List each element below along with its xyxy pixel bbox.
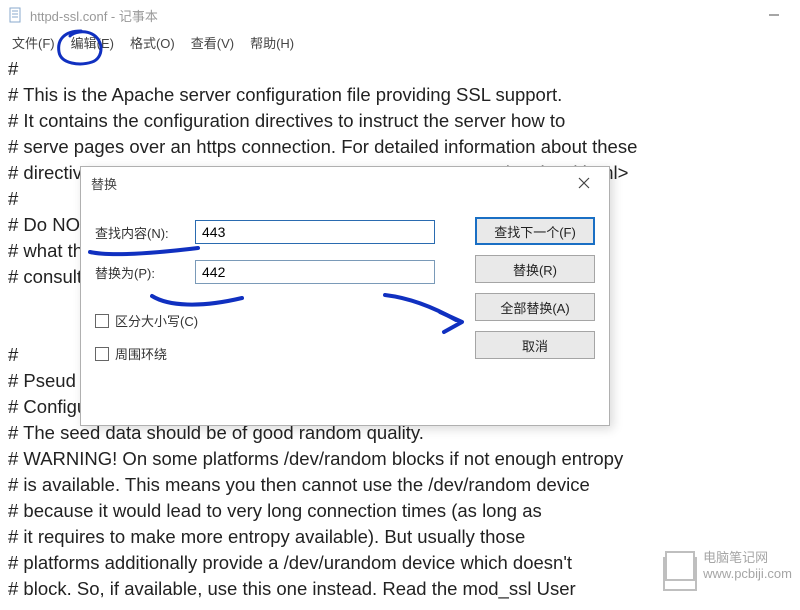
menu-bar: 文件(F) 编辑(E) 格式(O) 查看(V) 帮助(H) [0, 30, 800, 54]
replace-input[interactable] [195, 260, 435, 284]
text-line: # because it would lead to very long con… [8, 498, 792, 524]
checkbox-case-label: 区分大小写(C) [115, 311, 198, 330]
watermark-icon [665, 551, 695, 581]
replace-label: 替换为(P): [95, 263, 195, 282]
text-line: # WARNING! On some platforms /dev/random… [8, 446, 792, 472]
menu-help[interactable]: 帮助(H) [242, 31, 302, 54]
menu-edit[interactable]: 编辑(E) [63, 31, 122, 54]
close-icon[interactable] [569, 169, 599, 197]
window-title: httpd-ssl.conf - 记事本 [30, 6, 158, 25]
replace-all-button[interactable]: 全部替换(A) [475, 293, 595, 321]
replace-dialog: 替换 查找内容(N): 替换为(P): 区分大小写(C) 周围环绕 查找下一个(… [80, 166, 610, 426]
find-label: 查找内容(N): [95, 223, 195, 242]
text-line: # it requires to make more entropy avail… [8, 524, 792, 550]
watermark: 电脑笔记网 www.pcbiji.com [665, 550, 792, 582]
dialog-title-text: 替换 [91, 174, 117, 193]
menu-format[interactable]: 格式(O) [122, 31, 183, 54]
find-input[interactable] [195, 220, 435, 244]
checkbox-box [95, 314, 109, 328]
watermark-line1: 电脑笔记网 [703, 550, 792, 566]
replace-button[interactable]: 替换(R) [475, 255, 595, 283]
watermark-line2: www.pcbiji.com [703, 566, 792, 582]
menu-view[interactable]: 查看(V) [183, 31, 242, 54]
text-line: # It contains the configuration directiv… [8, 108, 792, 134]
document-icon [8, 7, 24, 23]
text-line: # This is the Apache server configuratio… [8, 82, 792, 108]
window-titlebar: httpd-ssl.conf - 记事本 [0, 0, 800, 30]
find-next-button[interactable]: 查找下一个(F) [475, 217, 595, 245]
text-line: # [8, 56, 792, 82]
text-line: # is available. This means you then cann… [8, 472, 792, 498]
checkbox-box [95, 347, 109, 361]
dialog-titlebar: 替换 [81, 167, 609, 199]
text-line: # serve pages over an https connection. … [8, 134, 792, 160]
checkbox-wrap-label: 周围环绕 [115, 344, 167, 363]
menu-file[interactable]: 文件(F) [4, 31, 63, 54]
minimize-button[interactable] [756, 1, 792, 29]
cancel-button[interactable]: 取消 [475, 331, 595, 359]
